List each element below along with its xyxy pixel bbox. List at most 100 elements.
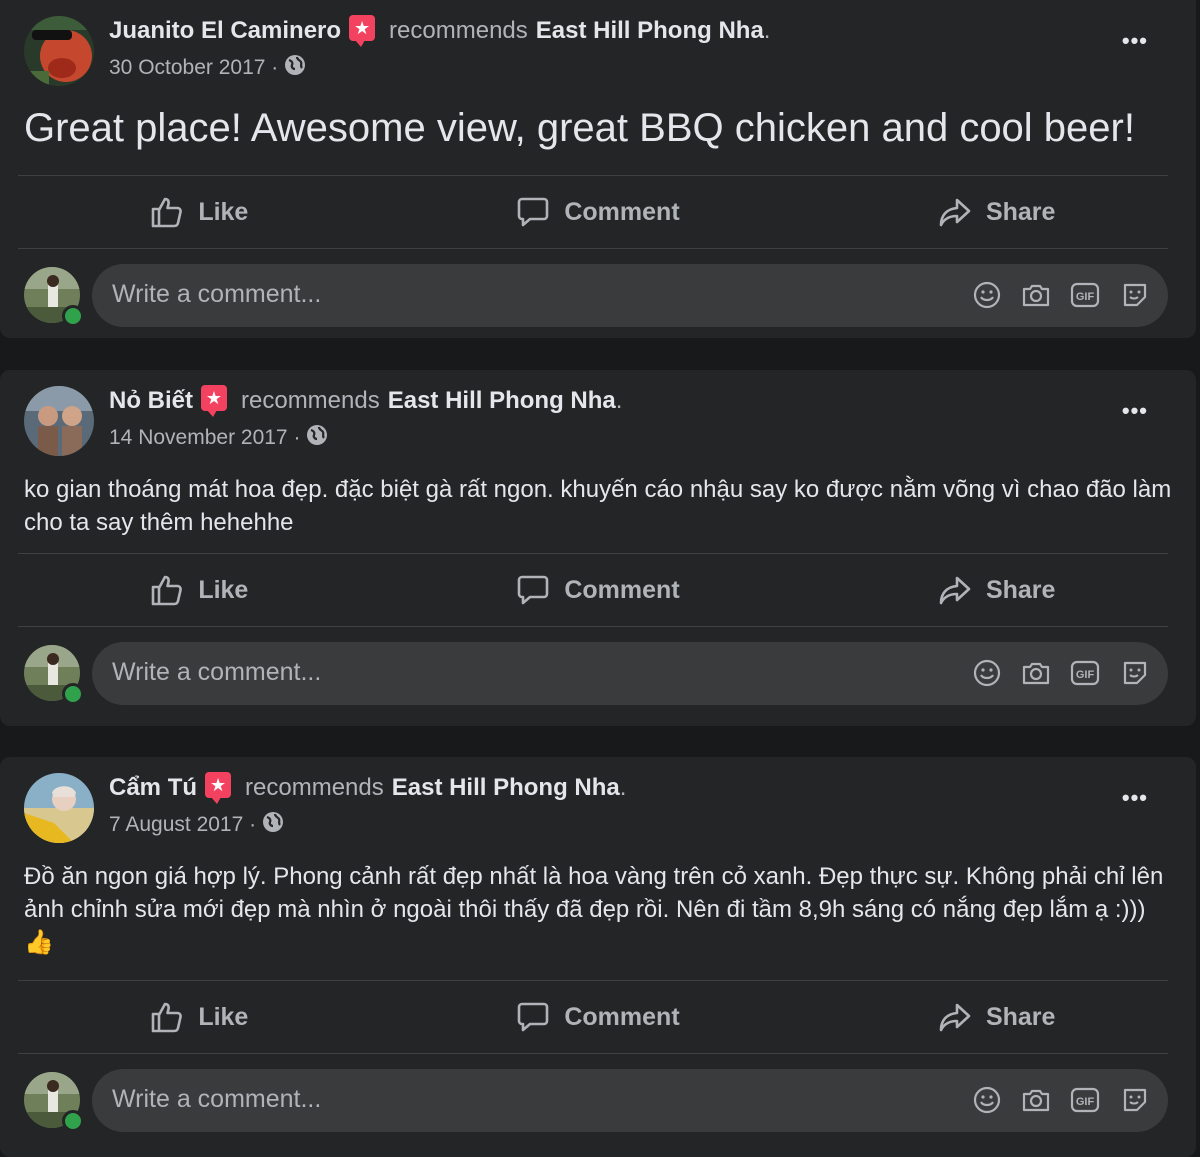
more-options-icon[interactable]: ••• [1122,398,1148,424]
sentence-end: . [763,17,771,44]
online-status-dot [62,683,84,705]
author-avatar[interactable] [24,773,94,843]
like-button[interactable]: Like [0,195,399,229]
comment-input[interactable] [112,1085,812,1114]
sentence-end: . [619,774,627,801]
comment-button[interactable]: Comment [399,1000,798,1034]
post-date[interactable]: 14 November 2017 · [109,426,300,450]
share-label: Share [985,1002,1056,1031]
sentence-end: . [615,387,623,414]
post-text: ko gian thoáng mát hoa đẹp. đặc biệt gà … [24,476,1172,536]
like-label: Like [198,197,249,226]
comment-box: GIF [92,642,1168,705]
comment-composer: GIF [0,627,1196,719]
post: Cẩm Tú ★ recommends East Hill Phong Nha … [0,757,1196,1157]
share-label: Share [985,197,1056,226]
gif-icon[interactable]: GIF [1070,1085,1100,1115]
online-status-dot [62,305,84,327]
like-icon [152,575,183,606]
verb-text: recommends [241,387,380,414]
action-bar: Like Comment Share [0,554,1196,626]
like-button[interactable]: Like [0,573,399,607]
post-header: Nỏ Biết ★ recommends East Hill Phong Nha… [0,370,1196,460]
comment-box: GIF [92,1069,1168,1132]
recommendation-badge-icon: ★ [205,772,232,804]
comment-button[interactable]: Comment [399,573,798,607]
like-icon [152,1002,183,1033]
comment-composer: GIF [0,1054,1196,1146]
post: Nỏ Biết ★ recommends East Hill Phong Nha… [0,370,1196,726]
share-icon [939,576,971,605]
comment-box: GIF [92,264,1168,327]
recommendation-badge-icon: ★ [349,15,376,47]
name-line: Cẩm Tú ★ recommends East Hill Phong Nha … [109,772,627,804]
sticker-icon[interactable] [1120,1085,1150,1115]
globe-icon [306,424,328,452]
author-name[interactable]: Juanito El Caminero [109,17,341,45]
name-line: Juanito El Caminero ★ recommends East Hi… [109,15,771,47]
share-icon [939,198,971,227]
share-button[interactable]: Share [797,1000,1196,1034]
author-avatar[interactable] [24,386,94,456]
post-header: Cẩm Tú ★ recommends East Hill Phong Nha … [0,757,1196,847]
emoji-icon[interactable] [972,280,1002,310]
share-button[interactable]: Share [797,573,1196,607]
camera-icon[interactable] [1021,280,1051,310]
recommendation-badge-icon: ★ [201,385,227,417]
sticker-icon[interactable] [1120,280,1150,310]
date-line: 30 October 2017 · [109,54,306,82]
svg-text:GIF: GIF [1076,291,1095,303]
page-link[interactable]: East Hill Phong Nha [536,17,764,45]
author-name[interactable]: Cẩm Tú [109,774,197,802]
svg-text:GIF: GIF [1076,1096,1095,1108]
globe-icon [284,54,306,82]
post-header: Juanito El Caminero ★ recommends East Hi… [0,0,1196,90]
more-options-icon[interactable]: ••• [1122,785,1148,811]
author-name[interactable]: Nỏ Biết [109,387,193,415]
camera-icon[interactable] [1021,658,1051,688]
gif-icon[interactable]: GIF [1070,658,1100,688]
post: Juanito El Caminero ★ recommends East Hi… [0,0,1196,338]
post-text: Đồ ăn ngon giá hợp lý. Phong cảnh rất đẹ… [24,863,1164,956]
post-date[interactable]: 7 August 2017 · [109,813,256,837]
comment-label: Comment [564,1002,680,1031]
name-line: Nỏ Biết ★ recommends East Hill Phong Nha… [109,385,623,417]
online-status-dot [62,1110,84,1132]
page-link[interactable]: East Hill Phong Nha [392,774,620,802]
camera-icon[interactable] [1021,1085,1051,1115]
like-button[interactable]: Like [0,1000,399,1034]
comment-input[interactable] [112,658,812,687]
date-line: 7 August 2017 · [109,811,284,839]
like-icon [152,197,183,228]
author-avatar[interactable] [24,16,94,86]
action-bar: Like Comment Share [0,981,1196,1053]
more-options-icon[interactable]: ••• [1122,28,1148,54]
share-label: Share [985,575,1056,604]
comment-label: Comment [564,197,680,226]
globe-icon [262,811,284,839]
like-label: Like [198,575,249,604]
post-text: Great place! Awesome view, great BBQ chi… [24,106,1135,150]
share-button[interactable]: Share [797,195,1196,229]
date-line: 14 November 2017 · [109,424,328,452]
like-label: Like [198,1002,249,1031]
page-link[interactable]: East Hill Phong Nha [388,387,616,415]
emoji-icon[interactable] [972,658,1002,688]
comment-label: Comment [564,575,680,604]
comment-icon [518,197,549,227]
emoji-icon[interactable] [972,1085,1002,1115]
feed: Juanito El Caminero ★ recommends East Hi… [0,0,1200,1157]
gif-icon[interactable]: GIF [1070,280,1100,310]
comment-icon [518,575,549,605]
verb-text: recommends [389,17,528,44]
comment-input[interactable] [112,280,812,309]
share-icon [939,1003,971,1032]
comment-icon [518,1002,549,1032]
verb-text: recommends [245,774,384,801]
sticker-icon[interactable] [1120,658,1150,688]
post-date[interactable]: 30 October 2017 · [109,56,278,80]
svg-text:GIF: GIF [1076,669,1095,681]
action-bar: Like Comment Share [0,176,1196,248]
comment-composer: GIF [0,249,1196,341]
comment-button[interactable]: Comment [399,195,798,229]
